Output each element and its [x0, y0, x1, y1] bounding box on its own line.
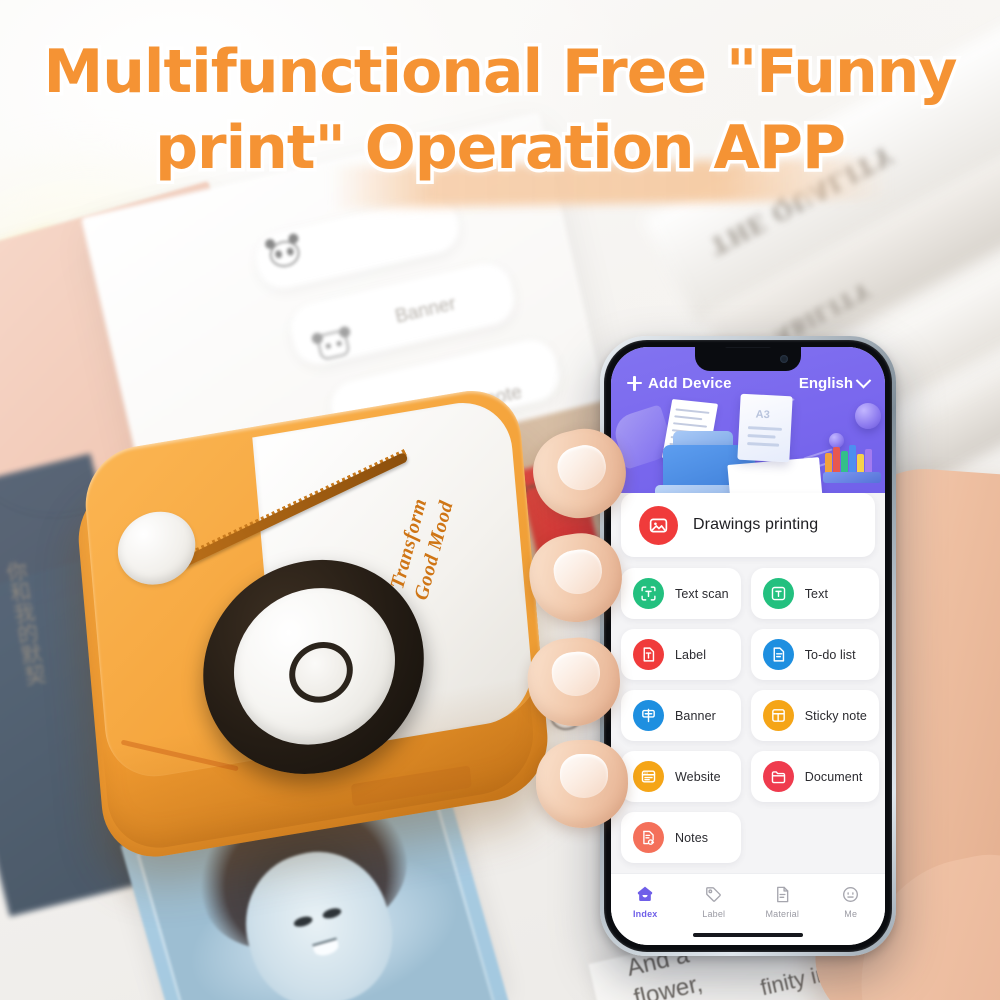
fingers-front: [523, 420, 648, 890]
promo-banner: THE QUALITY ABILITY 你和我的默契 Banner Sticky…: [0, 0, 1000, 1000]
tag-icon: [703, 883, 725, 905]
hero-a3-document: A3: [737, 393, 793, 463]
text-icon: [762, 578, 794, 609]
tab-label: Me: [844, 909, 858, 919]
menu-item-label: To-do list: [804, 647, 856, 662]
language-label: English: [798, 375, 853, 392]
menu-item-sticky-note[interactable]: Sticky note: [750, 690, 879, 741]
add-device-label: Add Device: [648, 375, 732, 392]
chevron-down-icon: [855, 372, 872, 389]
menu-item-label: Label: [675, 647, 707, 662]
document-icon: [771, 883, 793, 905]
phone-screen: Add Device English A3 Drawings printing …: [611, 347, 885, 945]
page-title-line-2: print" Operation APP: [152, 110, 850, 187]
earpiece-speaker: [725, 347, 771, 348]
front-camera-icon: [780, 355, 788, 363]
folder-icon: [762, 761, 794, 792]
menu-item-to-do-list[interactable]: To-do list: [750, 629, 879, 680]
menu-item-label: Banner: [675, 708, 716, 723]
menu-item-label: Document: [804, 769, 863, 784]
todo-list-icon: [762, 639, 794, 670]
menu-grid: Text scan Text Label To-do list Banner S…: [621, 568, 879, 863]
smiley-icon: [840, 883, 862, 905]
page-title-line-1: Multifunctional Free "Funny: [40, 34, 961, 111]
menu-grid-empty-slot: [751, 812, 879, 863]
phone-notch: [695, 347, 801, 371]
menu-item-label: Notes: [675, 830, 709, 845]
menu-item-document[interactable]: Document: [750, 751, 879, 802]
tab-label: Material: [765, 909, 800, 919]
tab-label: Label: [702, 909, 726, 919]
sticky-note-icon: [762, 700, 794, 731]
menu-item-text[interactable]: Text: [750, 568, 879, 619]
menu-item-label: Sticky note: [804, 708, 867, 723]
menu-item-label: Text scan: [675, 586, 729, 601]
menu-item-label: Drawings printing: [693, 516, 819, 533]
menu-item-label: Website: [675, 769, 721, 784]
hero-sphere: [855, 403, 881, 429]
menu-item-label: Text: [804, 586, 829, 601]
language-selector[interactable]: English: [798, 372, 872, 392]
add-device-button[interactable]: Add Device: [627, 375, 732, 392]
a3-label: A3: [755, 408, 771, 422]
home-indicator: [693, 932, 803, 937]
menu-item-drawings-printing[interactable]: Drawings printing: [621, 493, 875, 557]
tab-material[interactable]: Material: [748, 883, 817, 919]
tab-me[interactable]: Me: [817, 883, 886, 919]
bottom-tab-bar: Index Label Material Me: [611, 873, 885, 945]
tab-label: Index: [632, 909, 658, 919]
hero-books: [823, 445, 883, 485]
app-menu: Drawings printing Text scan Text Label T…: [611, 493, 885, 873]
page-title: Multifunctional Free "Funny print" Opera…: [0, 34, 1000, 187]
plus-icon: [627, 376, 642, 391]
tab-label-page[interactable]: Label: [680, 883, 749, 919]
